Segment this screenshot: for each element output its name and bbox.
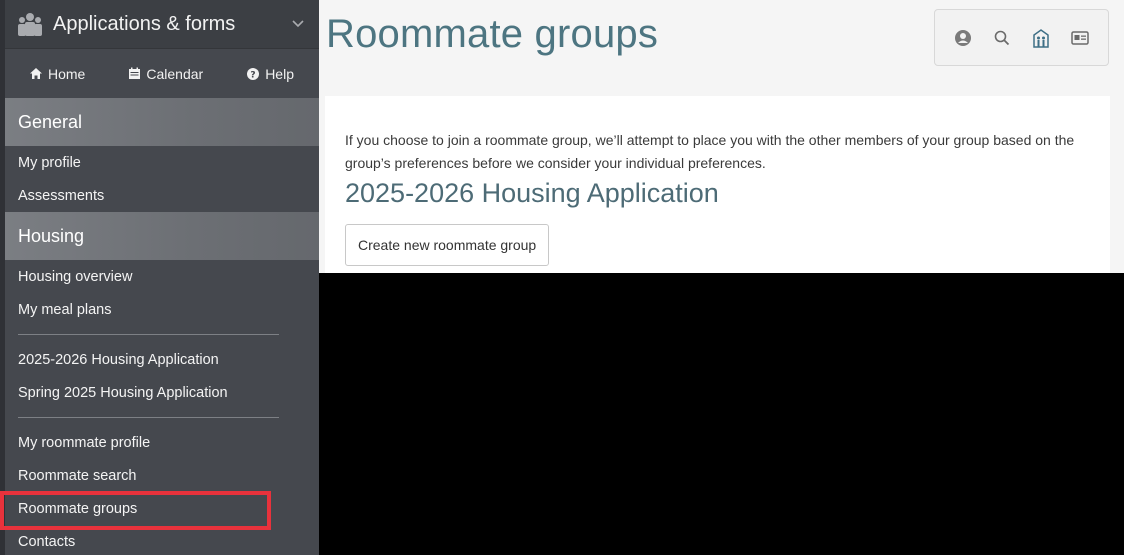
sidebar-item-contacts[interactable]: Contacts xyxy=(18,525,306,555)
sidebar-item-spring-2025-application[interactable]: Spring 2025 Housing Application xyxy=(18,376,306,409)
svg-text:?: ? xyxy=(251,70,256,80)
toolbar xyxy=(934,9,1109,66)
nav-calendar[interactable]: Calendar xyxy=(128,66,203,82)
application-heading: 2025-2026 Housing Application xyxy=(345,178,719,208)
page-header: Roommate groups xyxy=(319,0,1124,96)
divider xyxy=(18,334,279,335)
home-icon xyxy=(29,67,43,80)
people-icon xyxy=(15,9,45,39)
top-nav: Home Calendar ? Help xyxy=(5,49,319,98)
sidebar-item-my-meal-plans[interactable]: My meal plans xyxy=(18,293,306,326)
sidebar-item-my-profile[interactable]: My profile xyxy=(18,146,306,179)
sidebar-item-roommate-search[interactable]: Roommate search xyxy=(18,459,306,492)
app-title: Applications & forms xyxy=(53,12,236,35)
nav-home-label: Home xyxy=(48,65,86,82)
content-card: If you choose to join a roommate group, … xyxy=(325,96,1110,273)
calendar-icon xyxy=(128,67,141,80)
housing-list: Housing overview My meal plans 2025-2026… xyxy=(5,260,319,555)
divider xyxy=(18,417,279,418)
nav-calendar-label: Calendar xyxy=(146,65,204,82)
intro-text: If you choose to join a roommate group, … xyxy=(345,132,1075,171)
sidebar-item-housing-overview[interactable]: Housing overview xyxy=(18,260,306,293)
general-list: My profile Assessments xyxy=(5,146,319,212)
building-icon[interactable] xyxy=(1029,26,1053,50)
nav-help[interactable]: ? Help xyxy=(246,66,294,82)
page-title: Roommate groups xyxy=(326,12,659,56)
nav-help-label: Help xyxy=(265,65,294,82)
card-icon[interactable] xyxy=(1068,26,1092,50)
help-icon: ? xyxy=(246,67,260,81)
sidebar: Applications & forms Home Calendar ? Hel… xyxy=(0,0,319,555)
search-icon[interactable] xyxy=(990,26,1014,50)
section-general: General xyxy=(5,98,319,146)
sidebar-item-roommate-groups[interactable]: Roommate groups xyxy=(18,492,306,525)
create-roommate-group-button[interactable]: Create new roommate group xyxy=(345,224,550,266)
nav-home[interactable]: Home xyxy=(29,66,85,82)
sidebar-item-assessments[interactable]: Assessments xyxy=(18,179,306,212)
sidebar-item-my-roommate-profile[interactable]: My roommate profile xyxy=(18,426,306,459)
section-housing: Housing xyxy=(5,212,319,260)
user-icon[interactable] xyxy=(951,26,975,50)
chevron-down-icon[interactable] xyxy=(287,19,309,29)
app-switcher[interactable]: Applications & forms xyxy=(5,0,319,49)
sidebar-item-2025-2026-application[interactable]: 2025-2026 Housing Application xyxy=(18,343,306,376)
